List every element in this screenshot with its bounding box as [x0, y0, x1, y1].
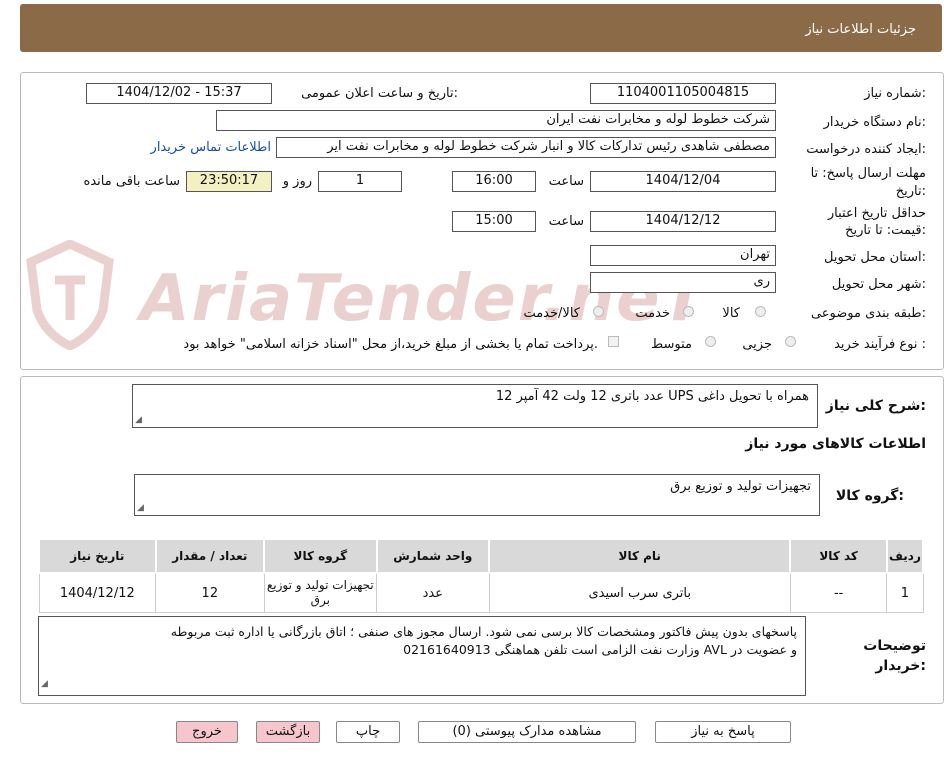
summary-text: 12 عدد باتری 12 ولت 42 آمپر UPS همراه با…	[495, 389, 809, 404]
treasury-payment-checkbox[interactable]	[608, 336, 619, 347]
validity-label-2: قیمت: تا تاریخ:	[845, 223, 926, 238]
category-radio-service[interactable]	[683, 306, 694, 317]
buyer-notes-line-2: و عضویت در AVL وزارت نفت الزامی است تلفن…	[403, 642, 797, 657]
need-number-label: شماره نیاز:	[864, 86, 926, 101]
cell-row: 1	[886, 572, 924, 613]
col-group: گروه کالا	[263, 538, 378, 574]
resize-grip-icon[interactable]: ◢	[135, 415, 142, 425]
goods-group-label: گروه کالا:	[835, 488, 904, 504]
category-option-goods: کالا	[722, 306, 740, 321]
cell-unit: عدد	[376, 572, 490, 613]
city-label: شهر محل تحویل:	[831, 277, 926, 292]
buyer-org-field: شرکت خطوط لوله و مخابرات نفت ایران	[216, 110, 776, 131]
process-option-medium: متوسط	[651, 337, 692, 352]
cell-date: 1404/12/12	[38, 572, 157, 613]
cell-group: تجهیزات تولید و توزیع برق	[263, 572, 378, 613]
process-radio-minor[interactable]	[785, 336, 796, 347]
announce-label: تاریخ و ساعت اعلان عمومی:	[301, 86, 458, 101]
treasury-payment-note: پرداخت تمام یا بخشی از مبلغ خرید،از محل …	[183, 337, 598, 352]
table-row: 1 -- باتری سرب اسیدی عدد تجهیزات تولید و…	[38, 572, 924, 613]
announce-field: 1404/12/02 - 15:37	[86, 83, 272, 104]
buyer-notes-textarea[interactable]: پاسخهای بدون پیش فاکتور ومشخصات کالا برس…	[38, 616, 806, 696]
category-radio-goods-service[interactable]	[593, 306, 604, 317]
deadline-date-field: 1404/12/04	[590, 171, 776, 192]
process-radio-medium[interactable]	[705, 336, 716, 347]
buyer-notes-line-1: پاسخهای بدون پیش فاکتور ومشخصات کالا برس…	[170, 624, 797, 639]
remaining-time-field: 23:50:17	[186, 171, 272, 192]
deadline-label: مهلت ارسال پاسخ: تا	[810, 166, 926, 181]
days-label: روز و	[282, 174, 312, 189]
buyer-notes-label-2: خریدار:	[875, 658, 926, 674]
cell-qty: 12	[155, 572, 265, 613]
days-field: 1	[318, 171, 402, 192]
summary-label: شرح کلی نیاز:	[825, 398, 926, 414]
col-name: نام کالا	[488, 538, 792, 574]
col-qty: تعداد / مقدار	[154, 538, 266, 574]
requester-label: ایجاد کننده درخواست:	[806, 142, 926, 157]
buyer-contact-link[interactable]: اطلاعات تماس خریدار	[151, 140, 271, 155]
page-header	[20, 4, 942, 52]
buyer-org-label: نام دستگاه خریدار:	[823, 115, 926, 130]
summary-textarea[interactable]: 12 عدد باتری 12 ولت 42 آمپر UPS همراه با…	[132, 384, 818, 428]
province-field: تهران	[590, 245, 776, 266]
requester-field: مصطفی شاهدی رئیس تدارکات کالا و انبار شر…	[276, 137, 776, 158]
category-label: طبقه بندی موضوعی:	[810, 306, 926, 321]
validity-time-field: 15:00	[452, 211, 536, 232]
remaining-label: ساعت باقی مانده	[83, 174, 180, 189]
goods-table-header: ردیف کد کالا نام کالا واحد شمارش گروه کا…	[38, 538, 925, 574]
col-unit: واحد شمارش	[375, 538, 491, 574]
process-option-minor: جزیی	[742, 337, 772, 352]
reply-button[interactable]: پاسخ به نیاز	[655, 721, 791, 743]
validity-date-field: 1404/12/12	[590, 211, 776, 232]
goods-group-textarea[interactable]: تجهیزات تولید و توزیع برق ◢	[134, 474, 820, 516]
attachments-button[interactable]: مشاهده مدارک پیوستی (0)	[418, 721, 636, 743]
back-button[interactable]: بازگشت	[256, 721, 320, 743]
category-option-goods-service: کالا/خدمت	[523, 306, 580, 321]
deadline-time-field: 16:00	[452, 171, 536, 192]
goods-table: ردیف کد کالا نام کالا واحد شمارش گروه کا…	[38, 538, 925, 613]
deadline-time-label: ساعت	[548, 174, 584, 189]
col-date: تاریخ نیاز	[38, 538, 157, 574]
col-row: ردیف	[885, 538, 925, 574]
validity-label: حداقل تاریخ اعتبار	[827, 206, 926, 221]
print-button[interactable]: چاپ	[336, 721, 400, 743]
goods-group-text: تجهیزات تولید و توزیع برق	[670, 479, 811, 494]
process-label: نوع فرآیند خرید :	[834, 337, 926, 352]
need-number-field: 1104001105004815	[590, 83, 776, 104]
deadline-label-2: تاریخ:	[895, 184, 926, 199]
city-field: ری	[590, 272, 776, 293]
cell-name: باتری سرب اسیدی	[488, 572, 791, 613]
resize-grip-icon[interactable]: ◢	[137, 503, 144, 513]
validity-time-label: ساعت	[548, 214, 584, 229]
province-label: استان محل تحویل:	[824, 250, 926, 265]
buyer-notes-label: توضیحات	[863, 638, 926, 654]
page-title: جزئیات اطلاعات نیاز	[805, 22, 916, 37]
cell-code: --	[789, 572, 888, 613]
category-option-service: خدمت	[635, 306, 670, 321]
resize-grip-icon[interactable]: ◢	[41, 675, 48, 693]
category-radio-goods[interactable]	[755, 306, 766, 317]
exit-button[interactable]: خروج	[176, 721, 238, 743]
col-code: کد کالا	[789, 538, 888, 574]
goods-section-title: اطلاعات کالاهای مورد نیاز	[745, 436, 926, 452]
